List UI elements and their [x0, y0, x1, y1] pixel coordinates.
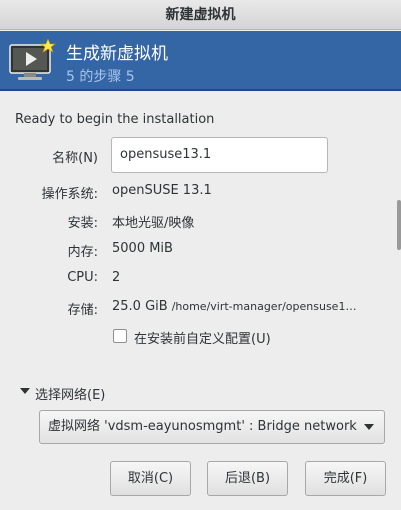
- cpu-label: CPU:: [67, 270, 98, 285]
- os-label: 操作系统:: [41, 187, 98, 202]
- back-button[interactable]: 后退(B): [207, 461, 288, 496]
- cpu-value: 2: [112, 270, 121, 285]
- window-title: 新建虚拟机: [0, 0, 401, 30]
- cancel-button[interactable]: 取消(C): [110, 461, 191, 496]
- ready-text: Ready to begin the installation: [15, 112, 215, 127]
- scrollbar-thumb[interactable]: [397, 200, 401, 250]
- wizard-step: 5 的步骤 5: [66, 69, 135, 85]
- install-value: 本地光驱/映像: [112, 216, 195, 231]
- storage-size: 25.0 GiB: [112, 299, 168, 314]
- network-dropdown[interactable]: 虚拟网络 'vdsm-eayunosmgmt' : Bridge network: [39, 410, 385, 444]
- chevron-down-icon: [364, 424, 374, 430]
- name-label: 名称(N): [52, 151, 98, 166]
- storage-label: 存储:: [67, 303, 98, 318]
- wizard-title: 生成新虚拟机: [66, 44, 168, 64]
- expander-arrow-icon[interactable]: [19, 386, 31, 396]
- install-label: 安装:: [67, 216, 98, 231]
- network-selected: 虚拟网络 'vdsm-eayunosmgmt' : Bridge network: [48, 419, 357, 434]
- monitor-star-icon: [9, 39, 56, 80]
- memory-value: 5000 MiB: [112, 241, 173, 256]
- customize-checkbox[interactable]: [113, 329, 127, 343]
- storage-value: 25.0 GiB/home/virt-manager/opensuse1…: [112, 299, 356, 314]
- finish-button[interactable]: 完成(F): [305, 461, 386, 496]
- storage-path: /home/virt-manager/opensuse1…: [171, 300, 357, 313]
- customize-label[interactable]: 在安装前自定义配置(U): [134, 328, 271, 347]
- wizard-header: 生成新虚拟机 5 的步骤 5: [0, 31, 401, 91]
- network-expander-label[interactable]: 选择网络(E): [35, 384, 105, 403]
- os-value: openSUSE 13.1: [112, 183, 212, 198]
- memory-label: 内存:: [67, 245, 98, 260]
- name-input[interactable]: opensuse13.1: [111, 137, 328, 173]
